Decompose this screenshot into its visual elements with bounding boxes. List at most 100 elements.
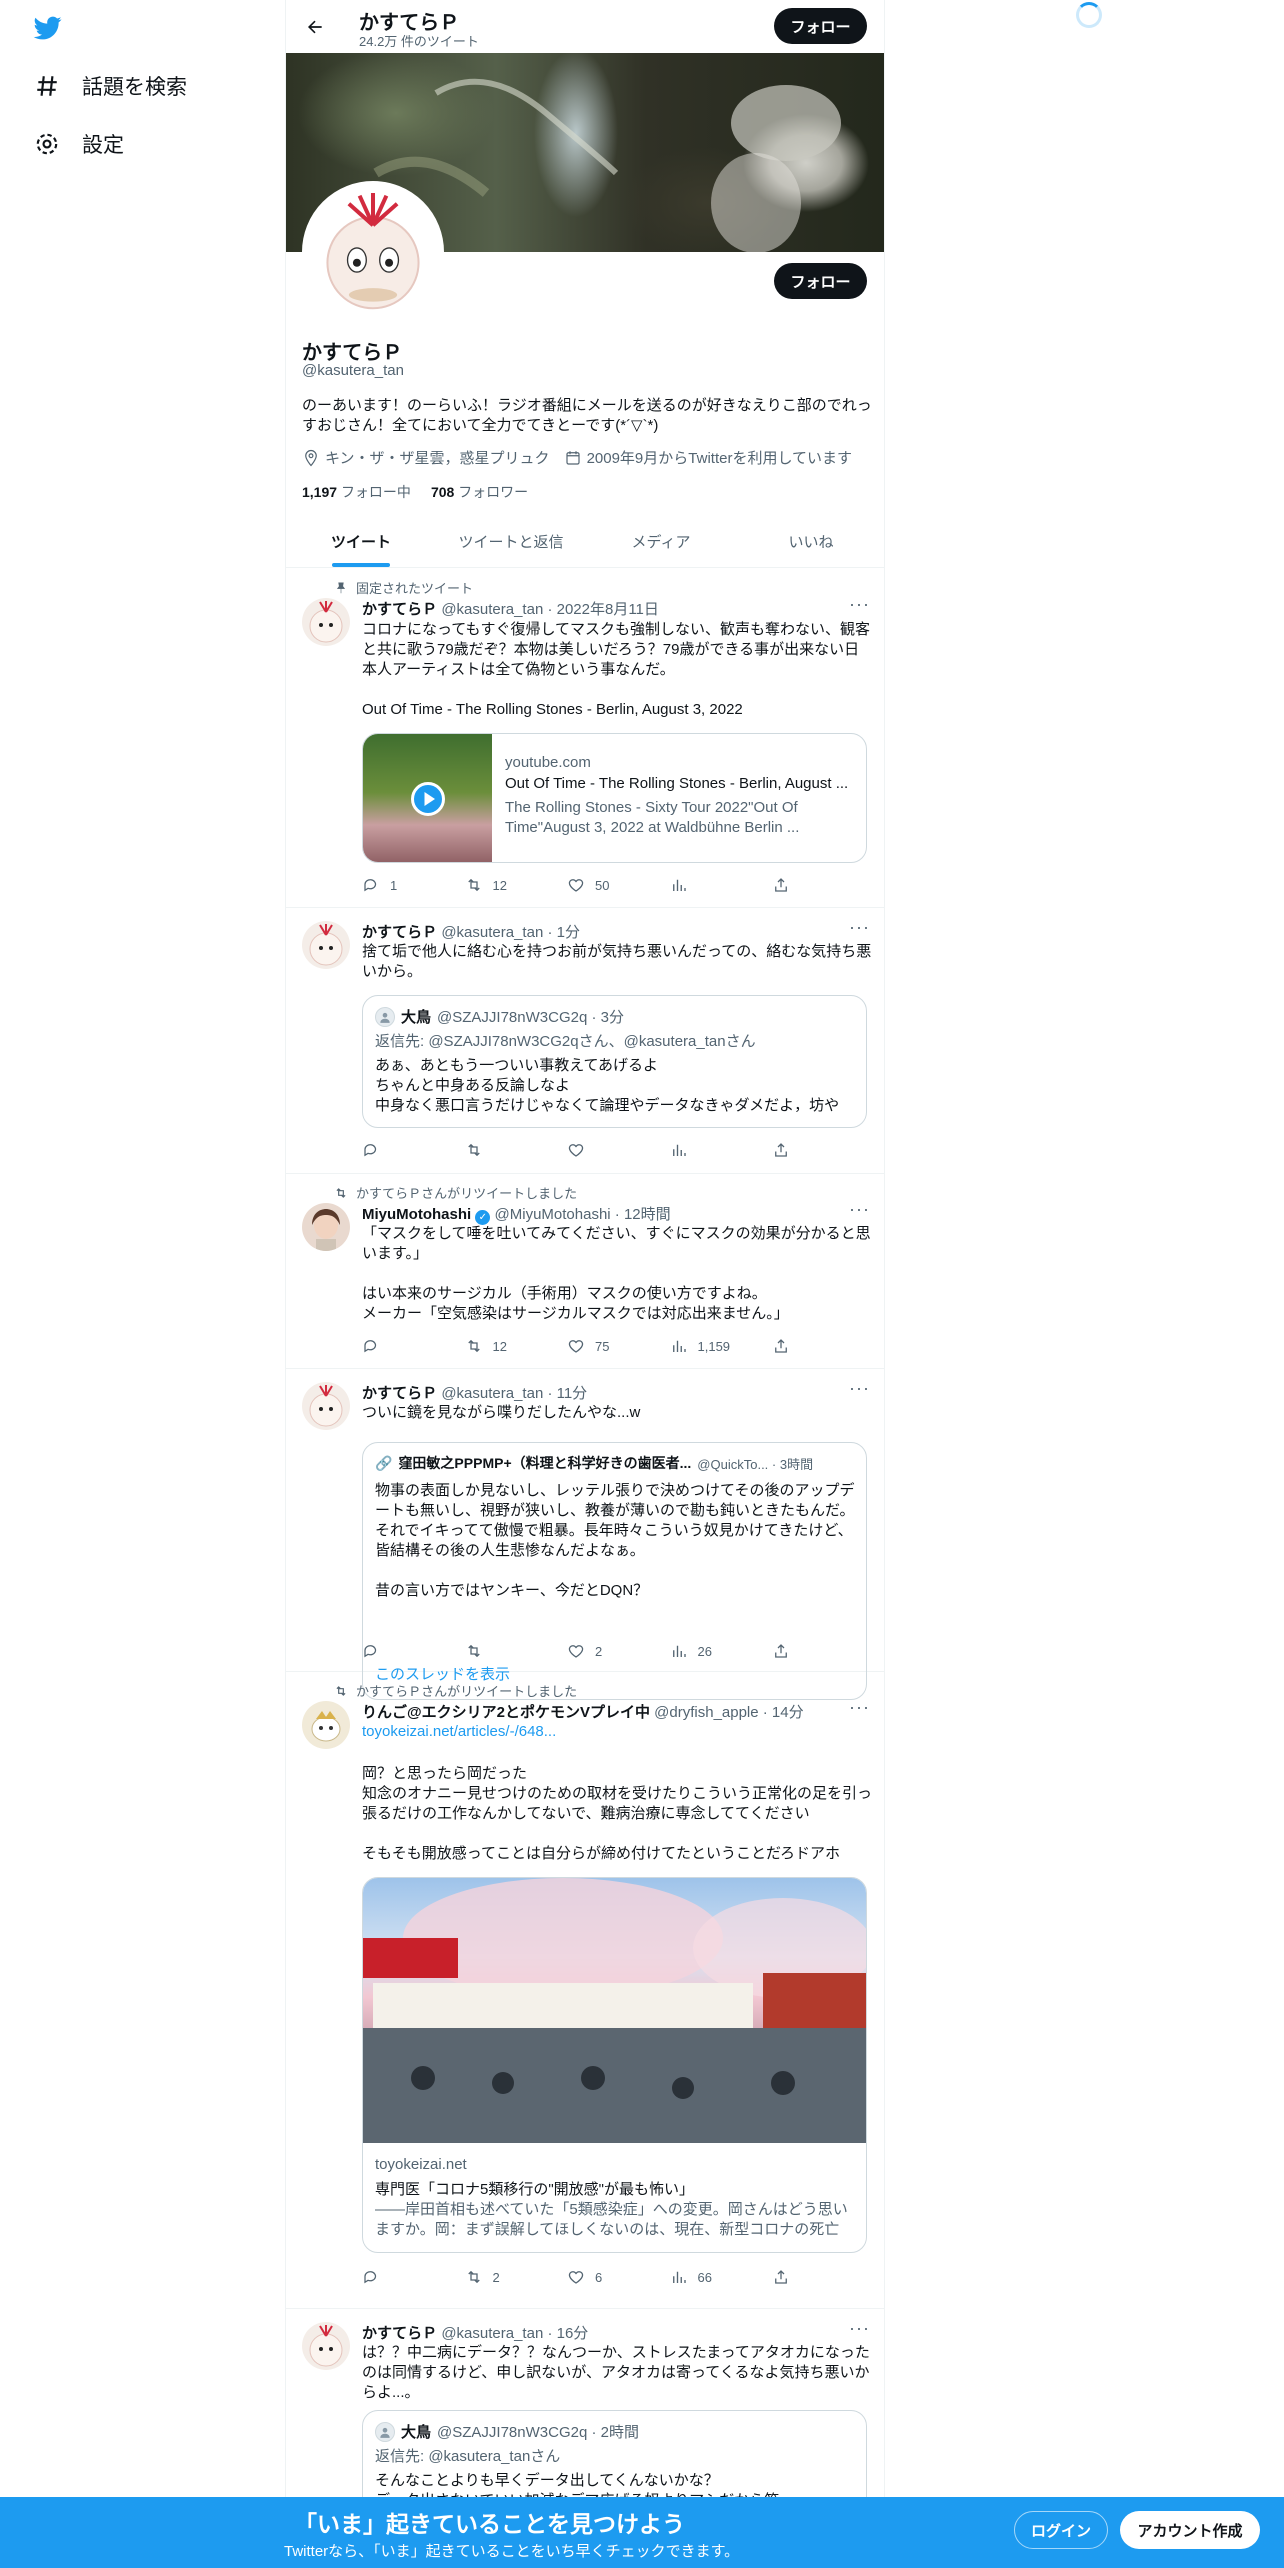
tweet[interactable]: かすてらＰさんがリツイートしました りんご@エクシリア2とポケモンVプレイ中 @… <box>286 1673 884 2309</box>
reply-icon <box>364 1645 377 1658</box>
profile-bio: のーあいます！のーらいふ！ラジオ番組にメールを送るのが好きなえりこ部のでれっすお… <box>302 397 872 434</box>
link-card[interactable]: toyokeizai.net 専門医「コロナ5類移行の"開放感"が最も怖い」 ―… <box>362 1877 867 2253</box>
retweet-icon <box>467 878 480 892</box>
like-button[interactable]: 50 <box>567 876 647 894</box>
more-icon[interactable]: ··· <box>849 1378 870 1399</box>
tab-media[interactable]: メディア <box>586 515 736 567</box>
signup-button[interactable]: アカウント作成 <box>1120 2511 1260 2549</box>
share-button[interactable] <box>772 1337 802 1355</box>
more-icon[interactable]: ··· <box>849 2318 870 2339</box>
retweet-button[interactable]: 2 <box>465 2268 545 2286</box>
tweet-link[interactable]: toyokeizai.net/articles/-/648... <box>362 1722 872 1742</box>
tweet-text: 捨て垢で他人に絡む心を持つお前が気持ち悪いんだっての、絡むな気持ち悪いから。 <box>362 943 872 980</box>
reply-button[interactable]: 1 <box>362 876 442 894</box>
share-icon <box>775 1644 787 1658</box>
tweet-actions: 1 12 50 <box>362 876 802 894</box>
share-button[interactable] <box>772 2268 802 2286</box>
like-button[interactable]: 6 <box>567 2268 647 2286</box>
tweet-avatar[interactable] <box>302 1382 350 1430</box>
header-follow-button[interactable]: フォロー <box>774 8 867 44</box>
followers-link[interactable]: 708 フォロワー <box>431 482 528 502</box>
reply-icon <box>364 879 377 892</box>
profile-avatar[interactable] <box>302 181 444 323</box>
tweet[interactable]: かすてらＰさんがリツイートしました MiyuMotohashi ✓ @MiyuM… <box>286 1175 884 1369</box>
more-icon[interactable]: ··· <box>849 917 870 938</box>
views-button[interactable]: 1,159 <box>670 1337 750 1355</box>
views-button[interactable] <box>670 1141 750 1159</box>
twitter-logo-icon[interactable] <box>32 14 64 42</box>
retweet-button[interactable]: 12 <box>465 1337 545 1355</box>
share-icon <box>775 1339 787 1353</box>
heart-icon <box>568 1340 584 1353</box>
reply-button[interactable] <box>362 1642 442 1660</box>
tweet[interactable]: 固定されたツイート かすてらＰ @kasutera_tan · 2022年8月1… <box>286 568 884 908</box>
main-column: かすてらＰ 24.2万 件のツイート フォロー フォロー かすてらＰ @kasu… <box>285 0 885 2568</box>
reply-icon <box>364 1340 377 1353</box>
profile-location-text: キン・ザ・ザ星雲，惑星プリュク <box>325 450 550 467</box>
views-button[interactable] <box>670 876 750 894</box>
profile-meta: キン・ザ・ザ星雲，惑星プリュク 2009年9月からTwitterを利用しています <box>302 447 852 468</box>
retweet-button[interactable]: 12 <box>465 876 545 894</box>
login-button[interactable]: ログイン <box>1014 2511 1108 2549</box>
tab-tweets-replies[interactable]: ツイートと返信 <box>436 515 586 567</box>
tab-tweets[interactable]: ツイート <box>286 515 436 567</box>
header-tweet-count: 24.2万 件のツイート <box>359 34 479 49</box>
analytics-icon <box>672 1144 686 1156</box>
tab-likes[interactable]: いいね <box>736 515 884 567</box>
tweet-header: かすてらＰ @kasutera_tan · 16分 <box>362 2325 589 2342</box>
nav-settings[interactable]: 設定 <box>34 122 124 166</box>
tweet-avatar[interactable] <box>302 598 350 646</box>
reply-button[interactable] <box>362 2268 442 2286</box>
views-button[interactable]: 26 <box>670 1642 750 1660</box>
profile-follow-button[interactable]: フォロー <box>774 263 867 299</box>
share-button[interactable] <box>772 1642 802 1660</box>
retweet-context: かすてらＰさんがリツイートしました <box>334 1183 577 1202</box>
quoted-tweet[interactable]: 🔗 窪田敏之PPPMP+（料理と科学好きの歯医者... @QuickTo... ·… <box>362 1442 867 1700</box>
heart-icon <box>568 1645 584 1658</box>
tweet[interactable]: かすてらＰ @kasutera_tan · 11分 ··· ついに鏡を見ながら喋… <box>286 1370 884 1700</box>
link-card[interactable]: youtube.com Out Of Time - The Rolling St… <box>362 733 867 863</box>
reply-button[interactable] <box>362 1337 442 1355</box>
like-button[interactable]: 2 <box>567 1642 647 1660</box>
quoted-header: 大鳥 @SZAJJI78nW3CG2q · 3分 <box>375 1006 624 1027</box>
profile-tabs: ツイート ツイートと返信 メディア いいね <box>286 515 884 568</box>
quoted-tweet[interactable]: 大鳥 @SZAJJI78nW3CG2q · 3分 返信先: @SZAJJI78n… <box>362 995 867 1128</box>
tweet-avatar[interactable] <box>302 2322 350 2370</box>
retweet-icon <box>336 1187 346 1198</box>
views-button[interactable]: 66 <box>670 2268 750 2286</box>
share-button[interactable] <box>772 876 802 894</box>
tweet-avatar[interactable] <box>302 1701 350 1749</box>
nav-explore[interactable]: 話題を検索 <box>34 64 187 108</box>
signup-banner-subtitle: Twitterなら、「いま」起きていることをいち早くチェックできます。 <box>284 2543 740 2560</box>
quoted-text: あぁ、あともう一ついい事教えてあげるよ ちゃんと中身ある反論しなよ 中身なく悪口… <box>375 1057 840 1114</box>
tweet-avatar[interactable] <box>302 921 350 969</box>
location-pin-icon <box>305 449 317 466</box>
more-icon[interactable]: ··· <box>849 594 870 615</box>
like-button[interactable]: 75 <box>567 1337 647 1355</box>
retweet-button[interactable] <box>465 1141 545 1159</box>
tweet-header: MiyuMotohashi ✓ @MiyuMotohashi · 12時間 <box>362 1206 671 1225</box>
pinned-context: 固定されたツイート <box>334 578 473 597</box>
tweet-text: コロナになってもすぐ復帰してマスクも強制しない、歓声も奪わない、観客と共に歌う7… <box>362 621 871 718</box>
like-button[interactable] <box>567 1141 647 1159</box>
share-button[interactable] <box>772 1141 802 1159</box>
profile-name: かすてらＰ <box>302 342 403 364</box>
tweet-text: は？？中二病にデータ？？なんつーか、ストレスたまってアタオカになったのは同情する… <box>362 2344 870 2401</box>
following-link[interactable]: 1,197 フォロー中 <box>302 482 411 502</box>
nav-explore-label: 話題を検索 <box>82 76 187 99</box>
more-icon[interactable]: ··· <box>849 1199 870 1220</box>
quoted-reply-to: 返信先: @SZAJJI78nW3CG2qさん、@kasutera_tanさん <box>375 1033 756 1050</box>
tweet-text: 岡？と思ったら岡だった 知念のオナニー見せつけのための取材を受けたりこういう正常… <box>362 1765 873 1862</box>
analytics-icon <box>672 1340 686 1352</box>
tweet-avatar[interactable] <box>302 1203 350 1251</box>
share-icon <box>775 878 787 892</box>
analytics-icon <box>672 879 686 891</box>
reply-button[interactable] <box>362 1141 442 1159</box>
reply-icon <box>364 1144 377 1157</box>
retweet-icon <box>336 1685 346 1696</box>
retweet-button[interactable] <box>465 1642 545 1660</box>
heart-icon <box>568 2271 584 2284</box>
back-button[interactable] <box>298 10 332 44</box>
tweet[interactable]: かすてらＰ @kasutera_tan · 1分 ··· 捨て垢で他人に絡む心を… <box>286 909 884 1174</box>
more-icon[interactable]: ··· <box>849 1697 870 1718</box>
